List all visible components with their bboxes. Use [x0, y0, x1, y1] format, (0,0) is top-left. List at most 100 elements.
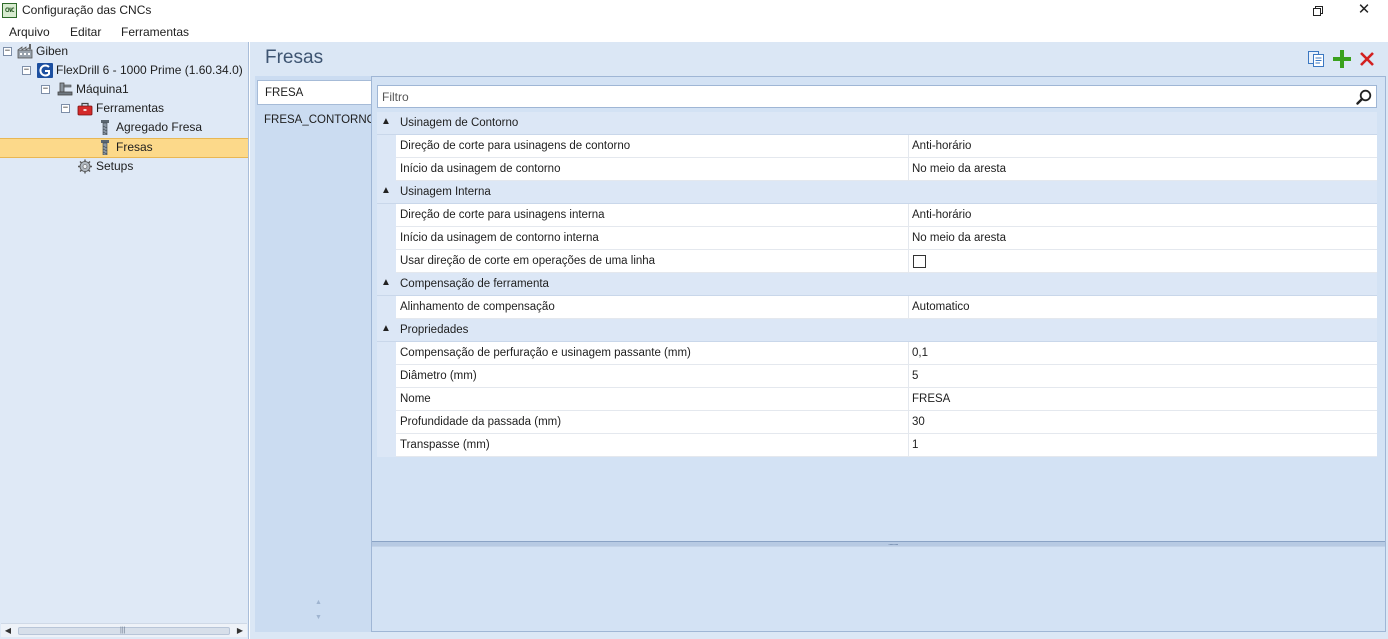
column-divider	[908, 158, 909, 181]
column-divider	[908, 388, 909, 411]
tree-horizontal-scrollbar[interactable]: ◀ ||| ▶	[1, 623, 247, 637]
restore-button[interactable]	[1298, 0, 1338, 22]
menu-ferramentas[interactable]: Ferramentas	[121, 25, 189, 39]
category-label: Compensação de ferramenta	[400, 278, 549, 290]
property-row[interactable]: Direção de corte para usinagens de conto…	[377, 135, 1377, 158]
column-divider	[908, 411, 909, 434]
tree-item-agregado-fresa[interactable]: Agregado Fresa	[0, 118, 248, 137]
property-value[interactable]: Anti-horário	[912, 209, 971, 221]
gear-icon	[78, 159, 92, 174]
scroll-right-icon[interactable]: ▶	[233, 624, 247, 638]
row-gutter	[377, 227, 396, 250]
property-value[interactable]: Anti-horário	[912, 140, 971, 152]
tabs-scroll-up-icon[interactable]: ▲	[315, 599, 322, 606]
category-label: Usinagem de Contorno	[400, 117, 519, 129]
collapse-toggle-icon[interactable]: −	[3, 47, 12, 56]
close-window-button[interactable]: ✕	[1344, 0, 1384, 22]
row-gutter	[377, 250, 396, 273]
collapse-chevron-icon[interactable]: ▲	[381, 277, 391, 288]
collapse-toggle-icon[interactable]: −	[41, 85, 50, 94]
property-row[interactable]: Alinhamento de compensação Automatico	[377, 296, 1377, 319]
splitter-grip-icon: ........	[888, 538, 899, 547]
menu-editar[interactable]: Editar	[70, 25, 101, 39]
factory-icon	[17, 44, 33, 59]
property-value[interactable]: Automatico	[912, 301, 970, 313]
property-row[interactable]: Nome FRESA	[377, 388, 1377, 411]
tree-label-agregado-fresa: Agregado Fresa	[116, 120, 203, 134]
column-divider	[908, 434, 909, 457]
property-row[interactable]: Diâmetro (mm) 5	[377, 365, 1377, 388]
one-line-direction-checkbox[interactable]	[913, 255, 926, 268]
category-usinagem-contorno[interactable]: ▲ Usinagem de Contorno	[377, 112, 1377, 135]
filter-input[interactable]	[382, 89, 1332, 105]
search-icon[interactable]	[1356, 89, 1372, 105]
row-gutter	[377, 158, 396, 181]
column-divider	[908, 135, 909, 158]
collapse-chevron-icon[interactable]: ▲	[381, 185, 391, 196]
tree-item-fresas[interactable]: Fresas	[0, 138, 248, 157]
row-gutter	[377, 434, 396, 457]
tree-panel: − Giben − FlexDrill 6 - 1000 Prime (1.60…	[0, 42, 249, 639]
category-propriedades[interactable]: ▲ Propriedades	[377, 319, 1377, 342]
property-value[interactable]: 5	[912, 370, 918, 382]
property-value[interactable]: 30	[912, 416, 925, 428]
main-panel: Fresas FRESA FRESA_CONTORNO ▲ ▼ ▲ U	[250, 42, 1388, 639]
property-grid-panel: ▲ Usinagem de Contorno Direção de corte …	[371, 76, 1386, 632]
tab-fresa-contorno[interactable]: FRESA_CONTORNO	[257, 108, 376, 133]
property-row[interactable]: Transpasse (mm) 1	[377, 434, 1377, 457]
property-value[interactable]: 0,1	[912, 347, 928, 359]
property-row[interactable]: Usar direção de corte em operações de um…	[377, 250, 1377, 273]
property-name: Nome	[400, 393, 431, 405]
tabs-panel: FRESA FRESA_CONTORNO ▲ ▼	[255, 76, 376, 632]
property-value[interactable]: 1	[912, 439, 918, 451]
menu-arquivo[interactable]: Arquivo	[9, 25, 50, 39]
machine-icon	[57, 82, 73, 96]
category-label: Usinagem Interna	[400, 186, 491, 198]
property-row[interactable]: Início da usinagem de contorno interna N…	[377, 227, 1377, 250]
scroll-left-icon[interactable]: ◀	[1, 624, 15, 638]
property-row[interactable]: Início da usinagem de contorno No meio d…	[377, 158, 1377, 181]
collapse-toggle-icon[interactable]: −	[61, 104, 70, 113]
tree-label-machine: Máquina1	[76, 82, 129, 96]
tab-fresa[interactable]: FRESA	[257, 80, 373, 105]
tree-label-machine-model: FlexDrill 6 - 1000 Prime (1.60.34.0)	[56, 63, 243, 77]
copy-icon[interactable]	[1307, 50, 1325, 68]
property-name: Início da usinagem de contorno interna	[400, 232, 599, 244]
property-row[interactable]: Compensação de perfuração e usinagem pas…	[377, 342, 1377, 365]
giben-logo-icon	[37, 63, 53, 78]
column-divider	[908, 227, 909, 250]
row-gutter	[377, 411, 396, 434]
add-icon[interactable]	[1333, 50, 1351, 68]
tree-item-tools[interactable]: − Ferramentas	[0, 99, 248, 118]
property-name: Início da usinagem de contorno	[400, 163, 561, 175]
collapse-chevron-icon[interactable]: ▲	[381, 116, 391, 127]
property-row[interactable]: Direção de corte para usinagens interna …	[377, 204, 1377, 227]
property-name: Compensação de perfuração e usinagem pas…	[400, 347, 691, 359]
tree-label-setups: Setups	[96, 159, 134, 173]
tree-item-machine-model[interactable]: − FlexDrill 6 - 1000 Prime (1.60.34.0)	[0, 61, 248, 80]
toolbox-icon	[77, 102, 93, 116]
collapse-toggle-icon[interactable]: −	[22, 66, 31, 75]
property-name: Direção de corte para usinagens de conto…	[400, 140, 631, 152]
tree-label-fresas: Fresas	[116, 140, 153, 154]
tree-item-setups[interactable]: Setups	[0, 157, 248, 176]
property-value[interactable]: No meio da aresta	[912, 232, 1006, 244]
description-area	[372, 547, 1385, 631]
delete-icon[interactable]	[1358, 50, 1376, 68]
tabs-scroll-down-icon[interactable]: ▼	[315, 614, 322, 621]
property-value[interactable]: No meio da aresta	[912, 163, 1006, 175]
row-gutter	[377, 296, 396, 319]
property-name: Profundidade da passada (mm)	[400, 416, 562, 428]
collapse-chevron-icon[interactable]: ▲	[381, 323, 391, 334]
tree-label-giben: Giben	[36, 44, 69, 58]
tree-item-giben[interactable]: − Giben	[0, 42, 248, 61]
category-compensacao[interactable]: ▲ Compensação de ferramenta	[377, 273, 1377, 296]
property-value[interactable]: FRESA	[912, 393, 950, 405]
menu-bar: Arquivo Editar Ferramentas	[0, 22, 1388, 42]
property-grid: ▲ Usinagem de Contorno Direção de corte …	[377, 112, 1377, 457]
column-divider	[908, 365, 909, 388]
row-gutter	[377, 135, 396, 158]
tree-item-machine[interactable]: − Máquina1	[0, 80, 248, 99]
property-row[interactable]: Profundidade da passada (mm) 30	[377, 411, 1377, 434]
category-usinagem-interna[interactable]: ▲ Usinagem Interna	[377, 181, 1377, 204]
